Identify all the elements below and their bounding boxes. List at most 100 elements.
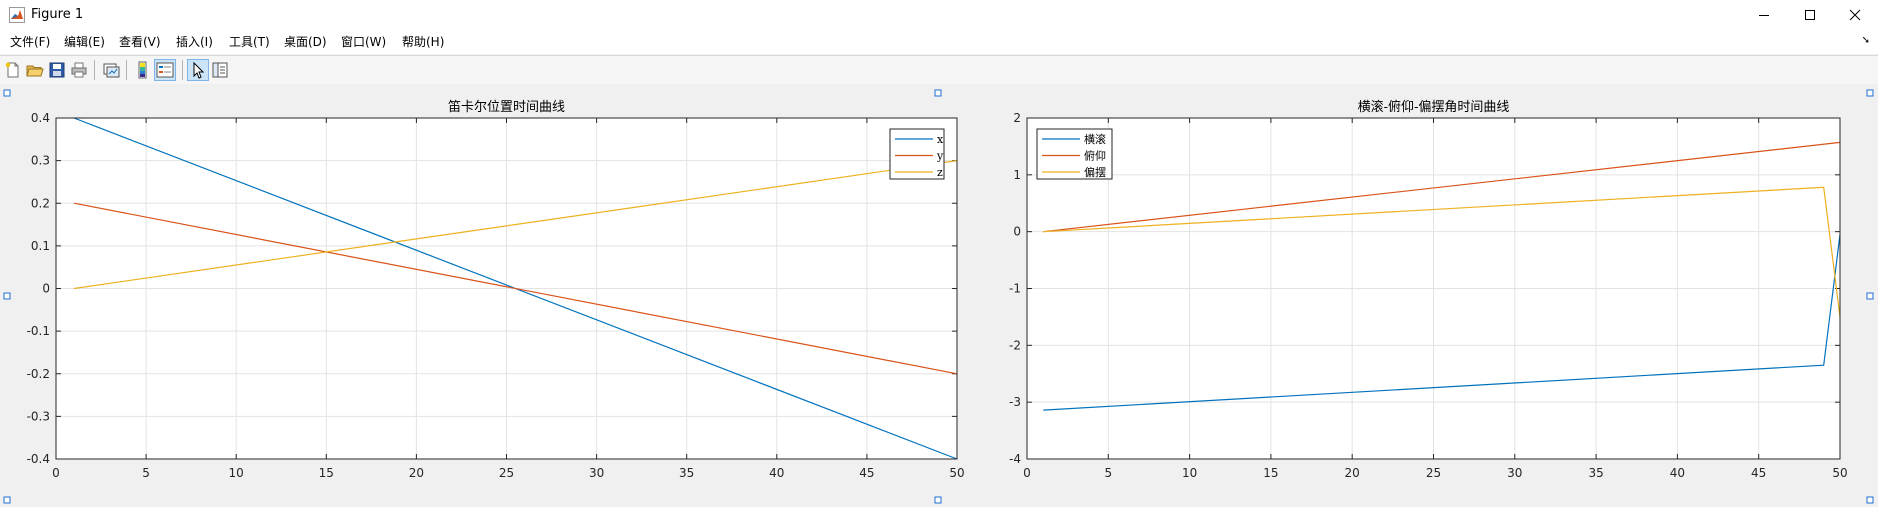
- window-title: Figure 1: [31, 7, 84, 22]
- edit-plot-button[interactable]: [187, 59, 209, 81]
- x-tick-label: 35: [1588, 466, 1603, 480]
- x-tick-label: 5: [1104, 466, 1112, 480]
- y-tick-label: -3: [1009, 395, 1021, 409]
- dock-arrow-icon[interactable]: ➘: [1862, 35, 1870, 46]
- legend-label: 俯仰: [1084, 149, 1106, 163]
- selection-handle[interactable]: [1866, 292, 1874, 300]
- x-tick-label: 0: [52, 466, 60, 480]
- property-inspector-button[interactable]: [209, 59, 231, 81]
- menu-desktop[interactable]: 桌面(D): [282, 30, 329, 54]
- x-tick-label: 45: [859, 466, 874, 480]
- x-tick-label: 10: [1182, 466, 1197, 480]
- menu-help[interactable]: 帮助(H): [400, 30, 446, 54]
- folder-open-icon: [26, 65, 44, 77]
- legend-icon: [156, 62, 174, 78]
- maximize-button[interactable]: [1787, 0, 1833, 30]
- open-file-button[interactable]: [24, 59, 46, 81]
- toolbar-separator: [94, 60, 95, 80]
- menu-insert[interactable]: 插入(I): [174, 30, 215, 54]
- legend-label: y: [936, 150, 944, 163]
- x-tick-label: 5: [142, 466, 150, 480]
- x-tick-label: 35: [679, 466, 694, 480]
- toolbar-separator: [182, 60, 183, 80]
- selection-handle[interactable]: [3, 496, 11, 504]
- menu-tools[interactable]: 工具(T): [227, 30, 272, 54]
- x-tick-label: 50: [949, 466, 964, 480]
- title-bar: Figure 1: [0, 0, 1878, 30]
- close-icon: [1849, 9, 1861, 21]
- link-plot-icon: [103, 63, 120, 78]
- matlab-logo-icon: [9, 7, 25, 23]
- y-tick-label: -4: [1009, 452, 1021, 466]
- menu-view[interactable]: 查看(V): [117, 30, 163, 54]
- x-tick-label: 15: [1263, 466, 1278, 480]
- y-tick-label: 2: [1013, 111, 1021, 125]
- x-tick-label: 20: [409, 466, 424, 480]
- y-tick-label: 0.3: [31, 154, 50, 168]
- legend-label: 偏摆: [1084, 165, 1106, 179]
- insert-colorbar-button[interactable]: [132, 59, 154, 81]
- legend[interactable]: xyz: [889, 128, 945, 180]
- y-tick-label: -1: [1009, 282, 1021, 296]
- y-tick-label: -0.1: [27, 324, 50, 338]
- y-tick-label: 0: [42, 282, 50, 296]
- print-button[interactable]: [68, 59, 90, 81]
- legend-label: x: [937, 133, 944, 146]
- printer-icon: [71, 62, 87, 78]
- y-tick-label: 0.1: [31, 239, 50, 253]
- maximize-icon: [1805, 10, 1815, 20]
- x-tick-label: 25: [1426, 466, 1441, 480]
- selection-handle[interactable]: [1866, 496, 1874, 504]
- x-tick-label: 25: [499, 466, 514, 480]
- close-button[interactable]: [1832, 0, 1878, 30]
- y-tick-label: -0.2: [27, 367, 50, 381]
- menu-bar: 文件(F) 编辑(E) 查看(V) 插入(I) 工具(T) 桌面(D) 窗口(W…: [0, 30, 1878, 54]
- legend[interactable]: 横滚俯仰偏摆: [1036, 128, 1113, 180]
- y-tick-label: 0: [1013, 225, 1021, 239]
- property-inspector-icon: [212, 62, 228, 78]
- selection-handle[interactable]: [3, 89, 11, 97]
- save-button[interactable]: [46, 59, 68, 81]
- chart-title: 横滚-俯仰-偏摆角时间曲线: [1358, 99, 1510, 115]
- link-plot-button[interactable]: [100, 59, 122, 81]
- selection-handle[interactable]: [934, 89, 942, 97]
- selection-handle[interactable]: [934, 496, 942, 504]
- axes-orientation[interactable]: 0 5 10 15 20 25 30 35 40 45 50 -4 -3 -2 -1 0 1 2 横滚-俯仰-偏摆角…: [1009, 99, 1848, 480]
- x-tick-label: 15: [319, 466, 334, 480]
- new-figure-button[interactable]: [2, 59, 24, 81]
- toolbar: [0, 55, 1878, 85]
- axes-position[interactable]: 0 5 10 15 20 25 30 35 40 45 50 -0.4 -0.3 -0.2 -0.1 0 0.1…: [27, 99, 965, 480]
- x-tick-label: 40: [1670, 466, 1685, 480]
- toolbar-separator: [126, 60, 127, 80]
- minimize-button[interactable]: [1741, 0, 1787, 30]
- y-tick-label: -0.3: [27, 409, 50, 423]
- chart-title: 笛卡尔位置时间曲线: [448, 99, 565, 115]
- menu-window[interactable]: 窗口(W): [339, 30, 388, 54]
- y-tick-label: 0.2: [31, 196, 50, 210]
- y-tick-label: -2: [1009, 338, 1021, 352]
- insert-legend-button[interactable]: [154, 59, 176, 81]
- selection-handle[interactable]: [3, 292, 11, 300]
- colorbar-icon: [138, 61, 147, 79]
- legend-label: z: [937, 166, 943, 179]
- x-tick-label: 40: [769, 466, 784, 480]
- x-tick-label: 20: [1345, 466, 1360, 480]
- menu-file[interactable]: 文件(F): [8, 30, 52, 54]
- pointer-arrow-icon: [193, 61, 205, 79]
- x-tick-label: 30: [1507, 466, 1522, 480]
- x-tick-label: 45: [1751, 466, 1766, 480]
- menu-edit[interactable]: 编辑(E): [62, 30, 107, 54]
- selection-handle[interactable]: [1866, 89, 1874, 97]
- y-tick-label: 1: [1013, 168, 1021, 182]
- x-tick-label: 0: [1023, 466, 1031, 480]
- legend-label: 横滚: [1084, 132, 1106, 146]
- minimize-icon: [1759, 15, 1769, 16]
- x-tick-label: 10: [229, 466, 244, 480]
- figure-canvas: 0 5 10 15 20 25 30 35 40 45 50 -0.4 -0.3 -0.2 -0.1 0 0.1…: [0, 84, 1878, 507]
- figure-svg: 0 5 10 15 20 25 30 35 40 45 50-0.4-0.3-0.2-0.100.1…: [3, 89, 1874, 504]
- save-icon: [49, 62, 65, 78]
- y-tick-label: -0.4: [27, 452, 50, 466]
- x-tick-label: 50: [1832, 466, 1847, 480]
- x-tick-label: 30: [589, 466, 604, 480]
- y-tick-label: 0.4: [31, 111, 50, 125]
